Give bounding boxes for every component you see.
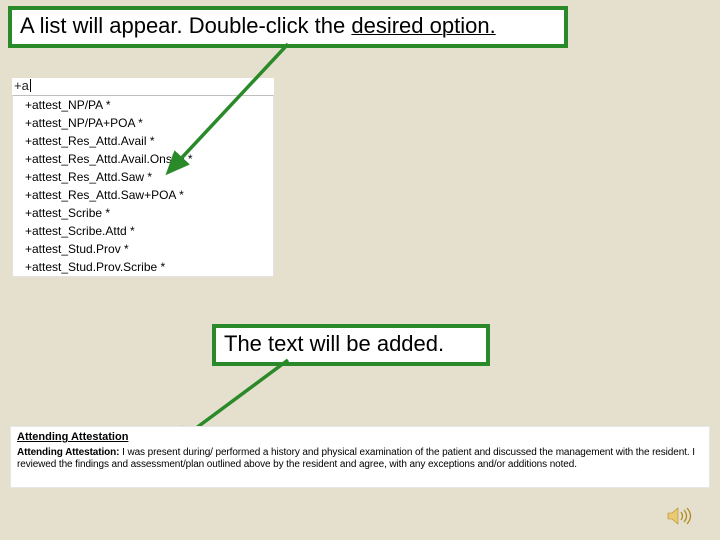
callout-text-added: The text will be added. [212,324,490,366]
list-item[interactable]: +attest_NP/PA * [13,96,273,114]
slide: A list will appear. Double-click the des… [0,0,720,540]
autocomplete-panel: +a +attest_NP/PA * +attest_NP/PA+POA * +… [12,78,274,277]
attestation-heading: Attending Attestation [17,431,703,443]
autocomplete-typed-text[interactable]: +a [12,78,274,95]
callout-text-prefix: A list will appear. Double-click the [20,13,351,38]
attestation-panel: Attending Attestation Attending Attestat… [10,426,710,488]
list-item[interactable]: +attest_Res_Attd.Avail * [13,132,273,150]
text-caret [30,79,31,92]
list-item[interactable]: +attest_Stud.Prov * [13,240,273,258]
attestation-body-text: I was present during/ performed a histor… [17,447,695,470]
list-item[interactable]: +attest_Res_Attd.Saw+POA * [13,186,273,204]
callout-text: The text will be added. [224,331,444,356]
list-item[interactable]: +attest_Stud.Prov.Scribe * [13,258,273,276]
attestation-body: Attending Attestation: I was present dur… [17,447,703,471]
callout-double-click: A list will appear. Double-click the des… [8,6,568,48]
list-item[interactable]: +attest_Scribe.Attd * [13,222,273,240]
callout-text-underlined: desired option. [351,13,495,38]
typed-value: +a [14,78,29,93]
list-item[interactable]: +attest_Scribe * [13,204,273,222]
autocomplete-list: +attest_NP/PA * +attest_NP/PA+POA * +att… [12,95,274,277]
list-item[interactable]: +attest_Res_Attd.Avail.Onsite * [13,150,273,168]
list-item[interactable]: +attest_Res_Attd.Saw * [13,168,273,186]
attestation-body-label: Attending Attestation: [17,447,119,458]
list-item[interactable]: +attest_NP/PA+POA * [13,114,273,132]
sound-icon[interactable] [666,506,692,526]
